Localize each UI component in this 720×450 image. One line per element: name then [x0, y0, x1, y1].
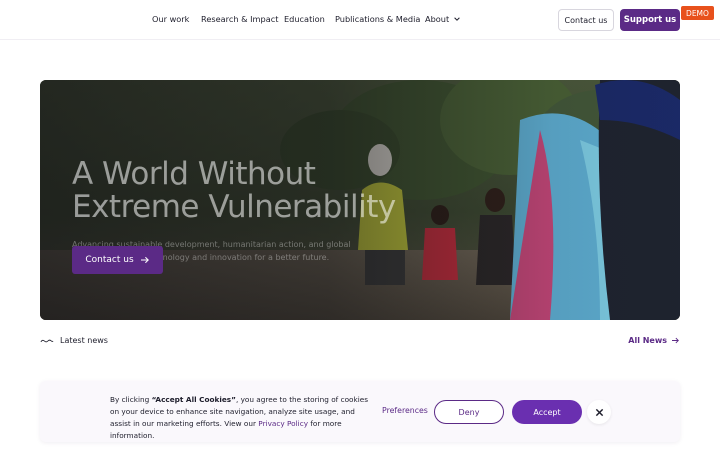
contact-us-button[interactable]: Contact us — [558, 9, 614, 31]
close-icon — [595, 408, 603, 416]
cookie-message: By clicking “Accept All Cookies”, you ag… — [110, 394, 372, 442]
all-news-link[interactable]: All News — [628, 336, 680, 345]
demo-badge: DEMO — [681, 6, 714, 20]
latest-news-row: Latest news All News — [40, 336, 680, 350]
nav-about-label: About — [425, 14, 450, 24]
deny-button[interactable]: Deny — [434, 400, 504, 424]
cookie-close-button[interactable] — [587, 400, 611, 424]
site-header: Our work Research & Impact Education Pub… — [0, 0, 720, 40]
hero-title-line2: Extreme Vulnerability — [72, 189, 396, 225]
chevron-down-icon — [454, 17, 460, 21]
privacy-policy-link[interactable]: Privacy Policy — [258, 419, 308, 428]
hero-contact-label: Contact us — [85, 255, 134, 265]
wave-icon — [40, 339, 54, 342]
hero-contact-button[interactable]: Contact us — [72, 246, 163, 274]
hero-banner: A World Without Extreme Vulnerability Ad… — [40, 80, 680, 320]
latest-news-label: Latest news — [60, 336, 108, 345]
cookie-banner: By clicking “Accept All Cookies”, you ag… — [40, 381, 680, 442]
arrow-right-icon — [672, 337, 679, 344]
arrow-right-icon — [140, 256, 149, 264]
cookie-text-bold: “Accept All Cookies” — [151, 395, 236, 404]
accept-button[interactable]: Accept — [512, 400, 582, 424]
hero-title: A World Without Extreme Vulnerability — [72, 158, 412, 224]
nav-education[interactable]: Education — [284, 14, 325, 24]
hero-title-line1: A World Without — [72, 156, 316, 192]
all-news-label: All News — [628, 336, 667, 345]
support-us-button[interactable]: Support us — [620, 9, 680, 31]
preferences-button[interactable]: Preferences — [382, 406, 428, 415]
nav-about[interactable]: About — [425, 14, 461, 24]
nav-publications-media[interactable]: Publications & Media — [335, 14, 420, 24]
nav-research-impact[interactable]: Research & Impact — [201, 14, 278, 24]
latest-news-heading: Latest news — [40, 336, 108, 345]
cookie-text-prefix: By clicking — [110, 395, 152, 404]
nav-our-work[interactable]: Our work — [152, 14, 189, 24]
